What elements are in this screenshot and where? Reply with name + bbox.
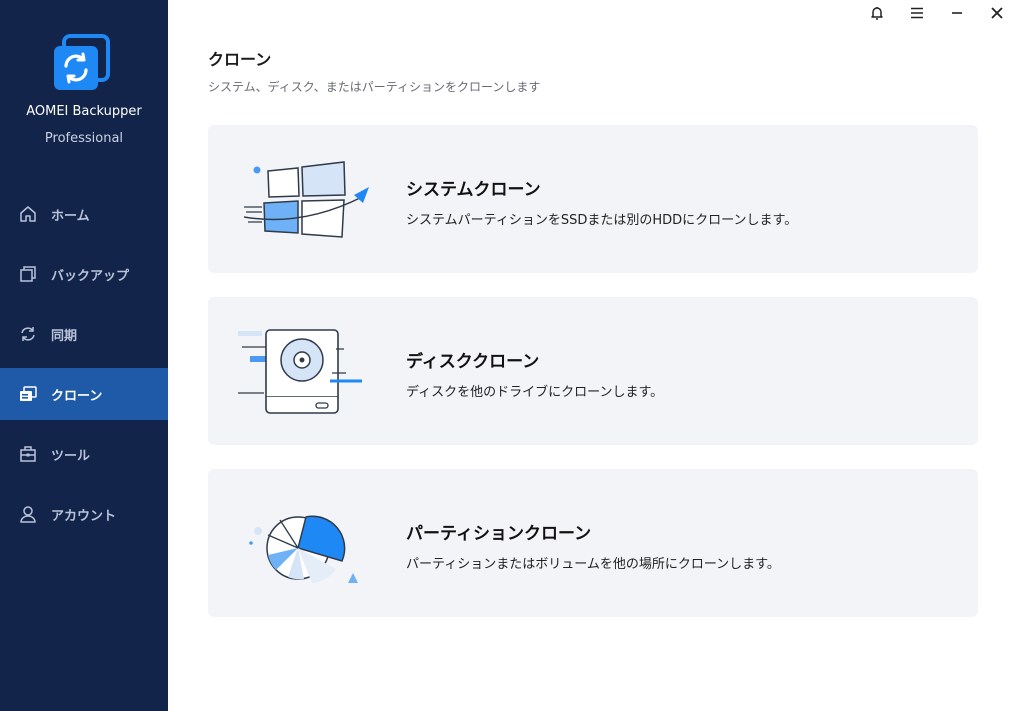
- menu-button[interactable]: [906, 4, 928, 26]
- sidebar-item-tools[interactable]: ツール: [0, 428, 168, 480]
- sidebar-item-account[interactable]: アカウント: [0, 488, 168, 540]
- partition-clone-illustration: [232, 493, 382, 593]
- sidebar-item-label: ツール: [51, 448, 91, 464]
- minimize-button[interactable]: [946, 4, 968, 26]
- sidebar-item-label: ホーム: [51, 208, 90, 224]
- notification-button[interactable]: [866, 4, 888, 26]
- page-title: クローン: [208, 50, 272, 69]
- app-name: AOMEI Backupper: [26, 104, 142, 119]
- system-clone-description: システムパーティションをSSDまたは別のHDDにクローンします。: [406, 213, 798, 228]
- menu-icon: [909, 5, 925, 25]
- partition-clone-card[interactable]: パーティションクローン パーティションまたはボリュームを他の場所にクローンします…: [208, 469, 978, 617]
- system-clone-illustration: [232, 149, 382, 249]
- sidebar-item-sync[interactable]: 同期: [0, 308, 168, 360]
- toolbox-icon: [18, 444, 38, 464]
- home-icon: [18, 204, 38, 224]
- sidebar-item-label: アカウント: [51, 508, 117, 524]
- system-clone-title: システムクローン: [406, 180, 541, 200]
- sidebar-item-label: クローン: [51, 388, 103, 404]
- page-subtitle: システム、ディスク、またはパーティションをクローンします: [208, 80, 541, 94]
- bell-icon: [869, 5, 885, 25]
- backup-icon: [18, 264, 38, 284]
- sidebar-item-label: バックアップ: [51, 268, 130, 284]
- user-icon: [18, 504, 38, 524]
- app-edition: Professional: [44, 131, 124, 146]
- clone-icon: [18, 384, 38, 404]
- minimize-icon: [949, 5, 965, 25]
- sidebar: AOMEI Backupper Professional ホーム バックアップ …: [0, 0, 168, 711]
- sidebar-item-backup[interactable]: バックアップ: [0, 248, 168, 300]
- disk-clone-description: ディスクを他のドライブにクローンします。: [406, 385, 664, 400]
- close-button[interactable]: [986, 4, 1008, 26]
- partition-clone-title: パーティションクローン: [406, 524, 592, 544]
- disk-clone-illustration: [232, 321, 382, 421]
- sidebar-item-clone[interactable]: クローン: [0, 368, 168, 420]
- disk-clone-title: ディスククローン: [406, 352, 540, 372]
- app-logo-icon: [52, 34, 110, 92]
- disk-clone-card[interactable]: ディスククローン ディスクを他のドライブにクローンします。: [208, 297, 978, 445]
- system-clone-card[interactable]: システムクローン システムパーティションをSSDまたは別のHDDにクローンします…: [208, 125, 978, 273]
- sidebar-item-label: 同期: [51, 328, 78, 344]
- close-icon: [989, 5, 1005, 25]
- sync-icon: [18, 324, 38, 344]
- sidebar-item-home[interactable]: ホーム: [0, 188, 168, 240]
- partition-clone-description: パーティションまたはボリュームを他の場所にクローンします。: [406, 557, 780, 572]
